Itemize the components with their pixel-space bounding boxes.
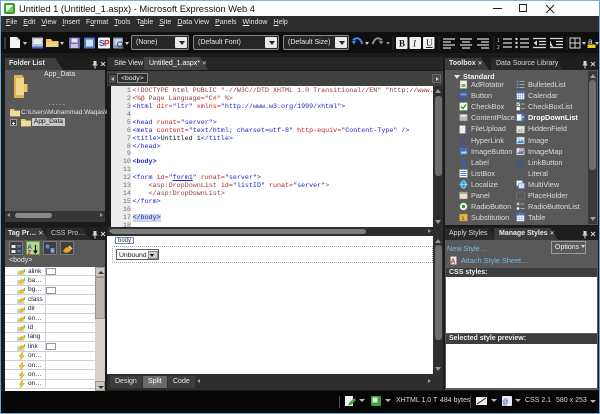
svg-text:L: L	[518, 169, 523, 178]
svg-text:ab: ab	[518, 128, 524, 134]
svg-text:B: B	[399, 39, 405, 49]
svg-text:s: s	[462, 216, 465, 222]
svg-text:@: @	[503, 399, 508, 408]
svg-text:P: P	[104, 38, 110, 48]
svg-text:1: 1	[497, 38, 500, 44]
svg-text:U: U	[426, 38, 433, 48]
svg-text:A: A	[460, 136, 466, 145]
svg-text:A: A	[517, 158, 523, 167]
svg-text:Z: Z	[28, 251, 32, 256]
svg-text:A: A	[451, 258, 456, 265]
svg-text:A: A	[460, 158, 467, 167]
svg-text:2: 2	[497, 45, 500, 51]
